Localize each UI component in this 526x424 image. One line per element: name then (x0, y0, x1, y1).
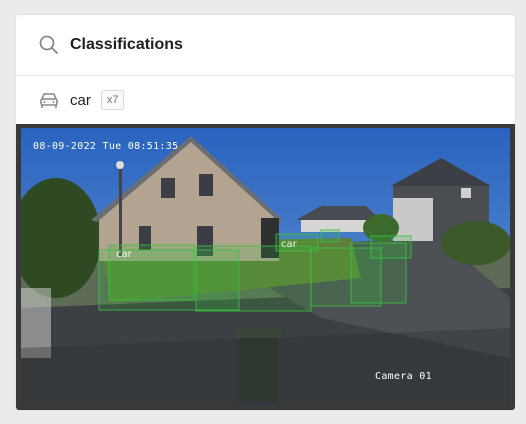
camera-label-overlay: Camera 01 (375, 371, 432, 382)
classification-count-badge: x7 (100, 90, 125, 110)
classification-label: car (70, 91, 91, 109)
car-icon (38, 89, 60, 111)
bbox-label: car (116, 249, 133, 260)
panel-header: Classifications (16, 15, 515, 76)
search-icon[interactable] (38, 34, 60, 56)
panel-title: Classifications (70, 36, 183, 53)
camera-image: car car (21, 128, 510, 406)
classification-item-car[interactable]: car x7 (16, 76, 515, 124)
bbox-label: car (281, 239, 298, 250)
camera-image-frame[interactable]: car car 08-09-2022 Tue 08:51:35 Camera 0… (16, 124, 515, 410)
timestamp-overlay: 08-09-2022 Tue 08:51:35 (33, 141, 179, 152)
classifications-panel: Classifications car x7 car car 08-09-202… (15, 14, 516, 411)
